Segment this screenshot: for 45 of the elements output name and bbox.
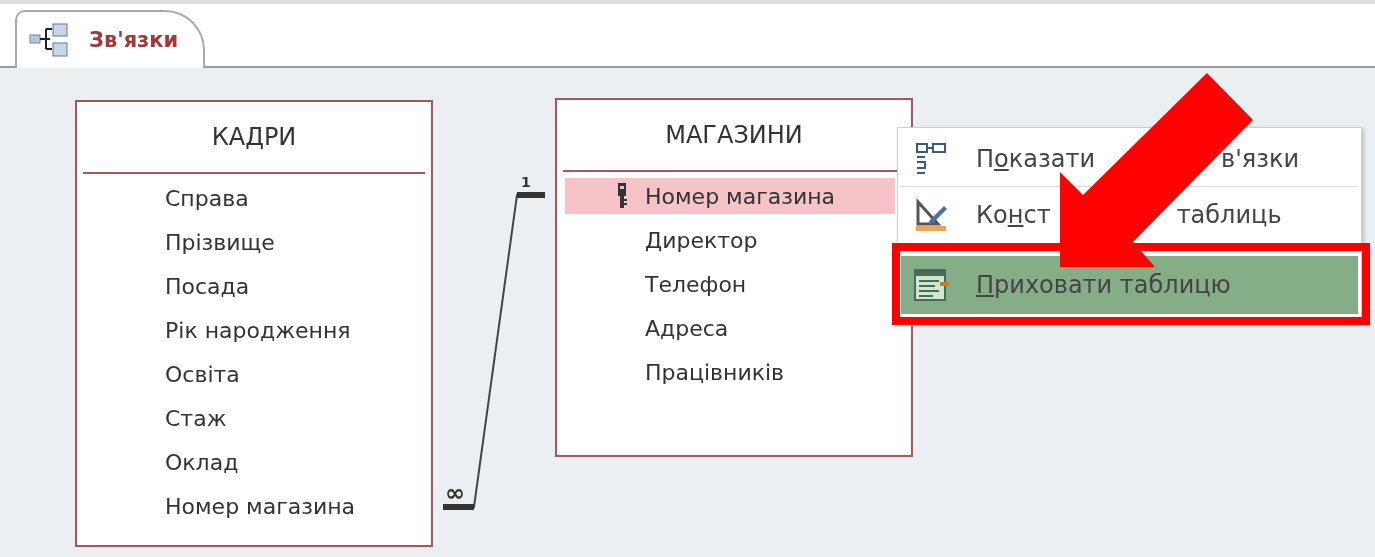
relationships-tab[interactable]: Зв'язки xyxy=(15,10,205,68)
field-row[interactable]: Прізвище xyxy=(85,224,415,260)
field-name: Посада xyxy=(165,273,250,299)
many-label: ∞ xyxy=(445,479,465,507)
table-title: КАДРИ xyxy=(211,123,297,151)
field-name: Прізвище xyxy=(165,229,275,255)
table-title: МАГАЗИНИ xyxy=(665,121,803,149)
menu-item-label: Показати xyxy=(976,144,1095,173)
field-name: Працівників xyxy=(645,359,785,385)
field-row[interactable]: Номер магазина xyxy=(85,488,415,524)
menu-item-label: в'язки xyxy=(1221,144,1300,173)
key-icon xyxy=(617,183,627,209)
menu-item[interactable]: Приховати таблицю xyxy=(901,256,1358,314)
field-name: Телефон xyxy=(645,271,747,297)
field-row[interactable]: Директор xyxy=(565,222,895,258)
field-name: Оклад xyxy=(165,449,239,475)
table-box[interactable]: МАГАЗИНИ Номер магазина Директор Телефон Адреса Працівників xyxy=(555,98,913,457)
field-name: Рік народження xyxy=(165,317,351,343)
menu-item-label: Приховати таблицю xyxy=(976,271,1231,299)
field-row[interactable]: Рік народження xyxy=(85,312,415,348)
table-icon xyxy=(913,269,950,301)
menu-item-label: Конст xyxy=(976,200,1051,229)
field-row[interactable]: Стаж xyxy=(85,400,415,436)
field-row[interactable]: Оклад xyxy=(85,444,415,480)
table-box[interactable]: КАДРИ Справа Прізвище Посада Рік народження Освіта Стаж Оклад Номер магазина xyxy=(75,100,433,547)
field-name: Адреса xyxy=(645,315,729,341)
field-row[interactable]: Справа xyxy=(85,180,415,216)
field-row[interactable]: Посада xyxy=(85,268,415,304)
relationships-icon xyxy=(29,23,69,57)
relationship-line[interactable] xyxy=(440,192,548,510)
field-row[interactable]: Працівників xyxy=(565,354,895,390)
menu-item-label: таблиць xyxy=(1176,200,1282,229)
field-name: Номер магазина xyxy=(645,183,836,209)
field-name: Освіта xyxy=(165,361,240,387)
field-row[interactable]: Номер магазина xyxy=(565,178,895,214)
relationships-icon xyxy=(914,141,949,176)
field-name: Стаж xyxy=(165,405,227,431)
design-icon xyxy=(913,197,950,232)
field-name: Номер магазина xyxy=(165,493,356,519)
field-row[interactable]: Адреса xyxy=(565,310,895,346)
one-label: 1 xyxy=(521,175,531,190)
field-name: Справа xyxy=(165,185,249,211)
field-name: Директор xyxy=(645,227,758,253)
field-row[interactable]: Телефон xyxy=(565,266,895,302)
field-row[interactable]: Освіта xyxy=(85,356,415,392)
